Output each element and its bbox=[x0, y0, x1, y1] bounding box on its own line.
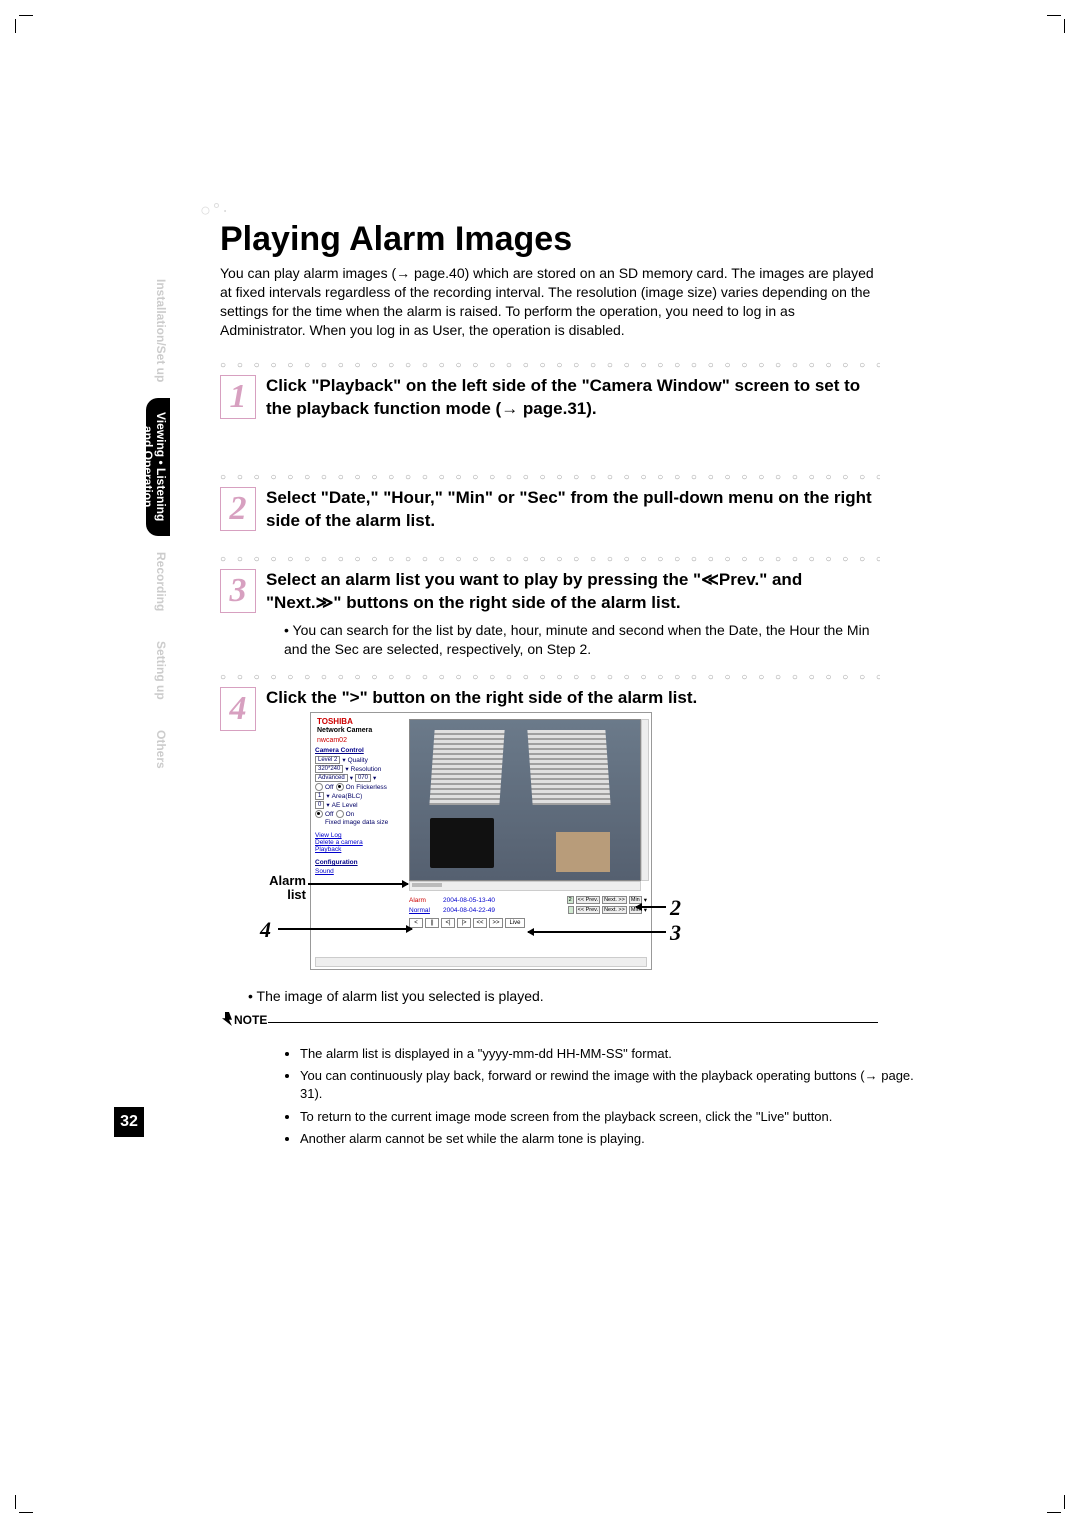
ffwd-button[interactable]: >> bbox=[489, 918, 503, 928]
camera-control-panel: Camera Control Level 2▾ Quality 320*240▾… bbox=[315, 747, 401, 875]
row-type: Alarm bbox=[409, 897, 441, 904]
vertical-scrollbar[interactable] bbox=[641, 719, 649, 881]
horizontal-scrollbar[interactable] bbox=[409, 881, 641, 891]
normal-row[interactable]: Normal 2004-08-04-22-49 << Prev. Next. >… bbox=[409, 905, 647, 915]
crop-mark bbox=[15, 15, 33, 33]
tab-others[interactable]: Others bbox=[146, 716, 170, 783]
area-select[interactable]: 1 bbox=[315, 792, 324, 800]
prev-button[interactable]: << Prev. bbox=[576, 896, 600, 904]
step-text: Select "Date," "Hour," "Min" or "Sec" fr… bbox=[266, 487, 880, 533]
note-item: The alarm list is displayed in a "yyyy-m… bbox=[300, 1045, 914, 1063]
crop-mark bbox=[1047, 15, 1065, 33]
radio-on-2[interactable] bbox=[336, 810, 344, 818]
row-date: 2004-08-05-13-40 bbox=[443, 897, 565, 904]
step-back-button[interactable]: <| bbox=[441, 918, 455, 928]
step-fwd-button[interactable]: |> bbox=[457, 918, 471, 928]
quality-select[interactable]: Level 2 bbox=[315, 756, 340, 764]
step-number: 4 bbox=[220, 687, 256, 731]
alarm-row[interactable]: Alarm 2004-08-05-13-40 2 << Prev. Next. … bbox=[409, 895, 647, 905]
playback-buttons: < || <| |> << >> Live bbox=[409, 918, 647, 928]
note-heading: NOTE bbox=[222, 1012, 267, 1027]
flickerless-label: Flickerless bbox=[356, 784, 387, 791]
step-number: 3 bbox=[220, 569, 256, 613]
step-2: ○ ○ ○ ○ ○ ○ ○ ○ ○ ○ ○ ○ ○ ○ ○ ○ ○ ○ ○ ○ … bbox=[220, 472, 880, 533]
tab-setting[interactable]: Setting up bbox=[146, 627, 170, 714]
pause-button[interactable]: || bbox=[425, 918, 439, 928]
next-button[interactable]: Next. >> bbox=[602, 906, 627, 914]
step-number: 2 bbox=[220, 487, 256, 531]
post-image-text: • The image of alarm list you selected i… bbox=[248, 988, 868, 1004]
callout-4: 4 bbox=[260, 917, 271, 943]
arrow-icon bbox=[308, 883, 408, 885]
section-tabs: Installation/Set up Viewing • Listening … bbox=[146, 265, 170, 1015]
page-title: Playing Alarm Images bbox=[220, 220, 572, 259]
step-text: Click "Playback" on the left side of the… bbox=[266, 375, 880, 421]
note-label: NOTE bbox=[234, 1013, 267, 1027]
note-list: The alarm list is displayed in a "yyyy-m… bbox=[260, 1045, 914, 1152]
radio-off-2[interactable] bbox=[315, 810, 323, 818]
tab-recording[interactable]: Recording bbox=[146, 538, 170, 625]
resolution-select[interactable]: 320*240 bbox=[315, 765, 343, 773]
step-3: ○ ○ ○ ○ ○ ○ ○ ○ ○ ○ ○ ○ ○ ○ ○ ○ ○ ○ ○ ○ … bbox=[220, 554, 880, 659]
note-item: To return to the current image mode scre… bbox=[300, 1108, 914, 1126]
callout-alarm-list: Alarm list bbox=[258, 874, 306, 903]
tab-viewing[interactable]: Viewing • Listening and Operation bbox=[146, 398, 170, 535]
advanced-select[interactable]: Advanced bbox=[315, 774, 348, 782]
page-number: 32 bbox=[114, 1107, 144, 1137]
area-label: Area(BLC) bbox=[332, 793, 363, 800]
link-playback[interactable]: Playback bbox=[315, 846, 401, 853]
radio-off[interactable] bbox=[315, 783, 323, 791]
callout-3: 3 bbox=[670, 920, 681, 946]
note-item: Another alarm cannot be set while the al… bbox=[300, 1130, 914, 1148]
brand-subtitle: Network Camera bbox=[317, 727, 372, 734]
link-delete[interactable]: Delete a camera bbox=[315, 839, 401, 846]
crop-mark bbox=[15, 1495, 33, 1513]
rewind-button[interactable]: << bbox=[473, 918, 487, 928]
note-icon bbox=[222, 1012, 232, 1026]
pct-select[interactable]: 070 bbox=[355, 774, 371, 782]
intro-text: You can play alarm images (→ page.40) wh… bbox=[220, 264, 880, 340]
step-subtext: • You can search for the list by date, h… bbox=[284, 621, 880, 659]
next-button[interactable]: Next. >> bbox=[602, 896, 627, 904]
panel-title: Camera Control bbox=[315, 747, 401, 754]
row-type: Normal bbox=[409, 907, 441, 914]
note-item: You can continuously play back, forward … bbox=[300, 1067, 914, 1103]
crop-mark bbox=[1047, 1495, 1065, 1513]
config-title: Configuration bbox=[315, 859, 401, 866]
step-text: Click the ">" button on the right side o… bbox=[266, 687, 697, 710]
step-text: Select an alarm list you want to play by… bbox=[266, 569, 880, 615]
arrow-icon bbox=[636, 906, 666, 908]
quality-label: Quality bbox=[348, 757, 368, 764]
camera-view bbox=[409, 719, 641, 881]
header-ornament bbox=[200, 200, 230, 221]
live-button[interactable]: Live bbox=[505, 918, 525, 928]
link-sound[interactable]: Sound bbox=[315, 868, 401, 875]
link-viewlog[interactable]: View Log bbox=[315, 832, 401, 839]
alarm-list: Alarm 2004-08-05-13-40 2 << Prev. Next. … bbox=[409, 895, 647, 928]
bottom-scrollbar[interactable] bbox=[315, 957, 647, 967]
tab-installation[interactable]: Installation/Set up bbox=[146, 265, 170, 396]
note-rule bbox=[268, 1022, 878, 1023]
callout-2: 2 bbox=[670, 895, 681, 921]
manual-page: Playing Alarm Images Installation/Set up… bbox=[0, 0, 1080, 1528]
prev-button[interactable]: << Prev. bbox=[576, 906, 600, 914]
row-count bbox=[568, 906, 574, 914]
brand-logo: TOSHIBA bbox=[317, 717, 353, 726]
camera-name: nwcam02 bbox=[317, 737, 347, 744]
row-date: 2004-08-04-22-49 bbox=[443, 907, 566, 914]
row-count: 2 bbox=[567, 896, 574, 904]
resolution-label: Resolution bbox=[351, 766, 382, 773]
radio-on[interactable] bbox=[336, 783, 344, 791]
step-1: ○ ○ ○ ○ ○ ○ ○ ○ ○ ○ ○ ○ ○ ○ ○ ○ ○ ○ ○ ○ … bbox=[220, 360, 880, 421]
arrow-icon bbox=[278, 928, 412, 930]
step-number: 1 bbox=[220, 375, 256, 419]
ae-select[interactable]: 0 bbox=[315, 801, 324, 809]
arrow-icon bbox=[528, 931, 666, 933]
fixed-label: Fixed image data size bbox=[325, 819, 401, 826]
ae-label: AE Level bbox=[332, 802, 358, 809]
